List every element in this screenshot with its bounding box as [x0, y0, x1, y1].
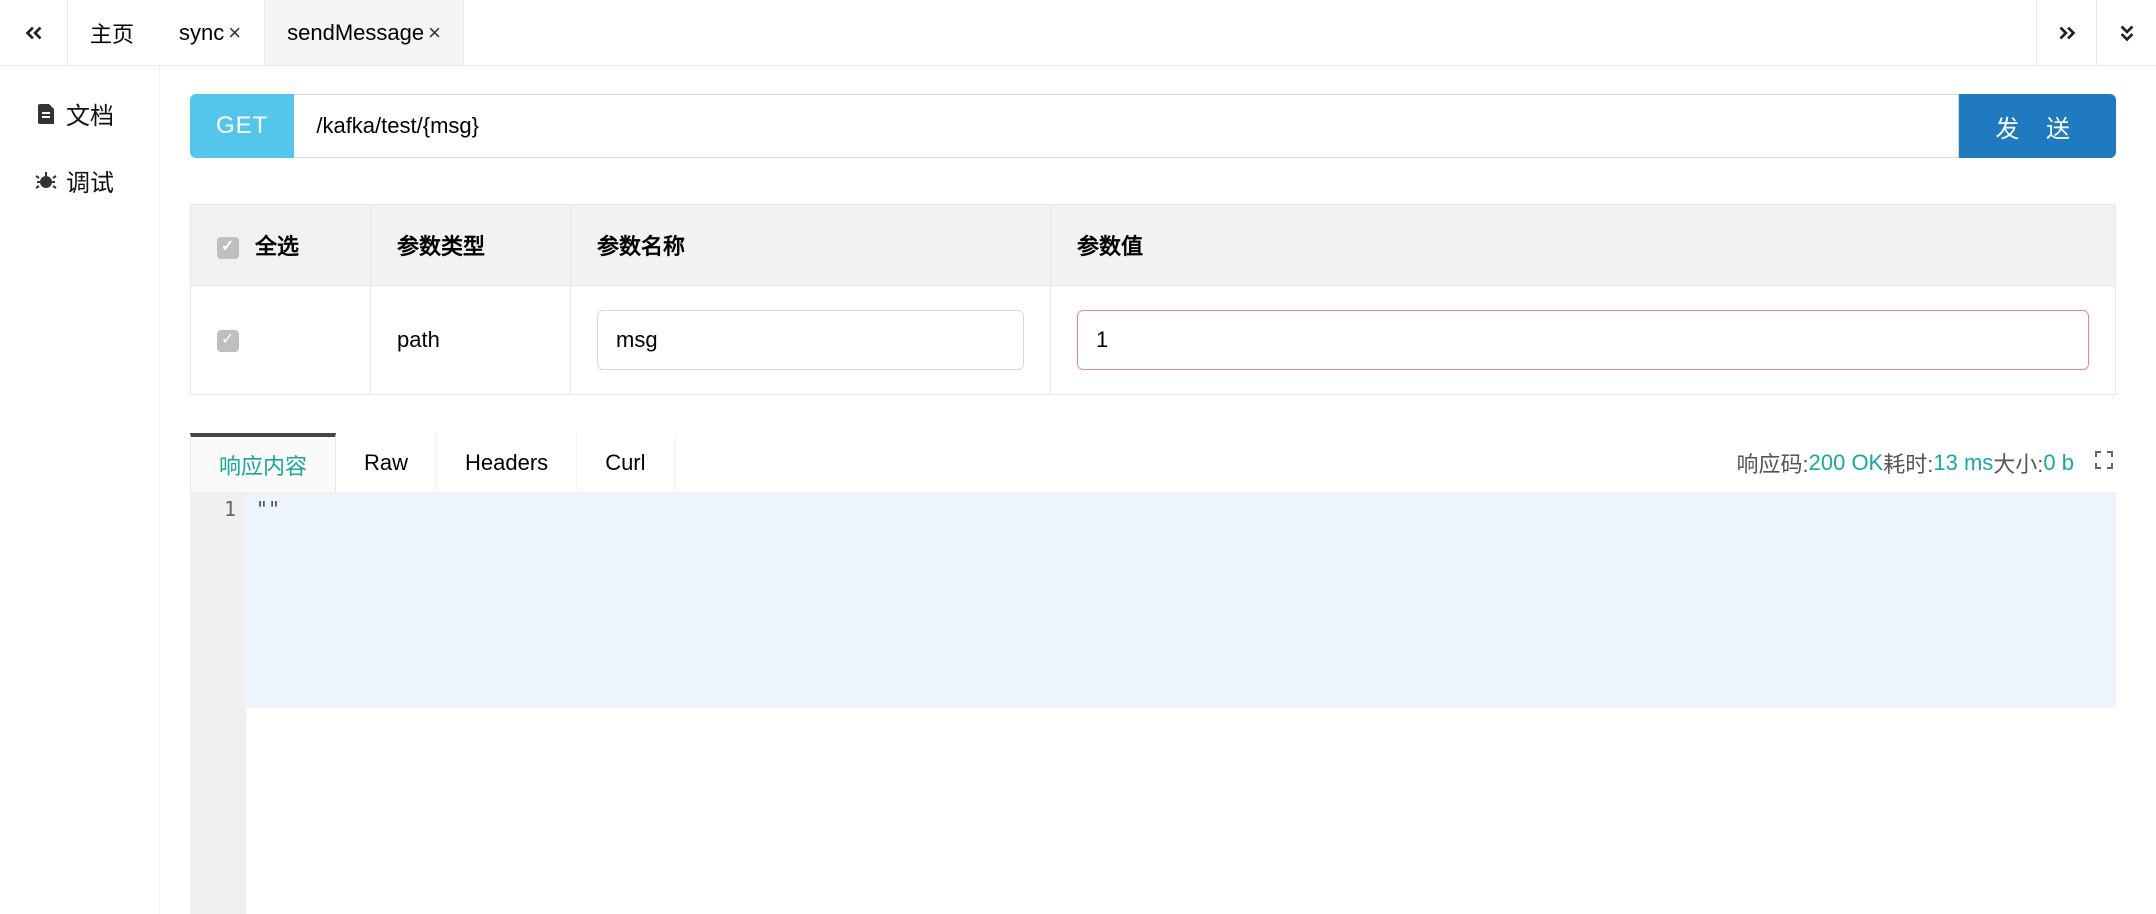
tab-home[interactable]: 主页: [68, 0, 157, 65]
response-editor[interactable]: 1 "": [190, 493, 2116, 914]
url-input[interactable]: [294, 94, 1959, 158]
chevrons-right-icon: [2054, 20, 2080, 46]
sidebar-item-debug[interactable]: 调试: [0, 147, 159, 214]
params-table: 全选 参数类型 参数名称 参数值 path: [190, 204, 2116, 395]
tab-response-content[interactable]: 响应内容: [190, 433, 336, 492]
tab-response-curl[interactable]: Curl: [577, 433, 674, 492]
sidebar: 文档 调试: [0, 66, 160, 914]
fullscreen-icon[interactable]: [2092, 448, 2116, 478]
tab-scroll-right[interactable]: [2036, 0, 2096, 65]
param-type: path: [371, 286, 571, 395]
response-size-value: 0 b: [2043, 450, 2074, 476]
col-select: 全选: [191, 205, 371, 286]
param-name-input[interactable]: [597, 310, 1024, 370]
response-code-value: 200 OK: [1809, 450, 1884, 476]
request-bar: GET 发 送: [190, 94, 2116, 158]
code-line: "": [246, 493, 2116, 708]
editor-blank: [246, 708, 2116, 914]
tab-scroll-left[interactable]: [0, 0, 68, 65]
sidebar-item-doc[interactable]: 文档: [0, 80, 159, 147]
file-icon: [34, 102, 58, 126]
row-checkbox[interactable]: [217, 330, 239, 352]
tab-sync[interactable]: sync×: [157, 0, 264, 65]
http-method-select[interactable]: GET: [190, 94, 294, 158]
tab-overflow-menu[interactable]: [2096, 0, 2156, 65]
response-size-label: 大小:: [1993, 447, 2043, 479]
tab-response-headers[interactable]: Headers: [437, 433, 577, 492]
response-time-label: 耗时:: [1883, 447, 1933, 479]
tab-response-raw[interactable]: Raw: [336, 433, 437, 492]
tab-label: sendMessage: [287, 20, 424, 46]
bug-icon: [34, 169, 58, 193]
response-code-label: 响应码:: [1737, 447, 1809, 479]
table-row: path: [191, 286, 2116, 395]
tab-sendmessage[interactable]: sendMessage×: [264, 0, 464, 65]
select-all-checkbox[interactable]: [217, 237, 239, 259]
param-value-input[interactable]: [1077, 310, 2089, 370]
tab-label: sync: [179, 20, 224, 46]
response-meta: 响应码:200 OK 耗时:13 ms 大小:0 b: [1737, 447, 2117, 479]
chevrons-down-icon: [2114, 20, 2140, 46]
method-label: GET: [216, 112, 268, 140]
sidebar-item-label: 文档: [66, 96, 114, 131]
col-name: 参数名称: [571, 205, 1051, 286]
close-icon[interactable]: ×: [228, 20, 241, 46]
col-type: 参数类型: [371, 205, 571, 286]
tab-list: 主页 sync× sendMessage×: [68, 0, 2036, 65]
send-button[interactable]: 发 送: [1959, 94, 2116, 158]
chevrons-left-icon: [21, 20, 47, 46]
sidebar-item-label: 调试: [66, 163, 114, 198]
line-number: 1: [190, 493, 246, 914]
close-icon[interactable]: ×: [428, 20, 441, 46]
tab-label: 主页: [90, 17, 134, 49]
response-time-value: 13 ms: [1933, 450, 1993, 476]
col-value: 参数值: [1051, 205, 2116, 286]
response-header: 响应内容 Raw Headers Curl 响应码:200 OK 耗时:13 m…: [190, 433, 2116, 493]
select-all-label: 全选: [255, 234, 299, 259]
